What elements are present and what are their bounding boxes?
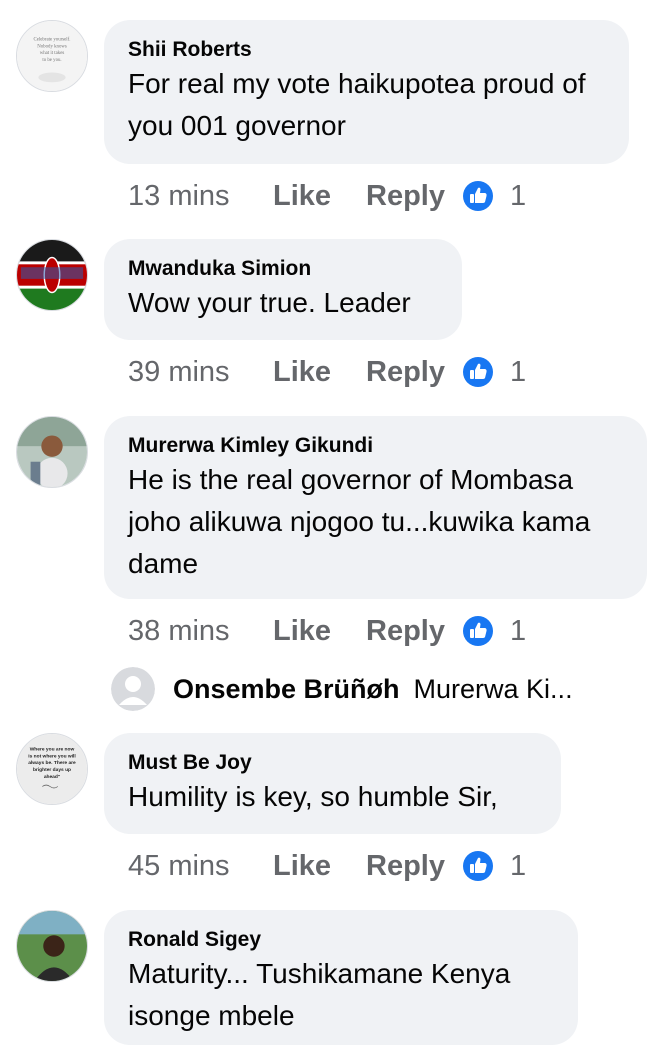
comment-bubble: Mwanduka Simion Wow your true. Leader — [104, 239, 462, 340]
reply-text: Murerwa Ki... — [413, 673, 573, 704]
comment-actions: 45 mins Like Reply 1 — [128, 846, 526, 886]
avatar-ronald-sigey[interactable] — [16, 910, 88, 982]
svg-text:always be. There are: always be. There are — [28, 760, 76, 766]
avatar-murerwa-kimley-gikundi[interactable] — [16, 416, 88, 488]
reply-button[interactable]: Reply — [366, 615, 445, 648]
reaction-count[interactable]: 1 — [510, 356, 526, 389]
comment-text: Humility is key, so humble Sir, — [128, 781, 498, 812]
reaction-count[interactable]: 1 — [510, 180, 526, 213]
svg-text:Celebrate yourself.: Celebrate yourself. — [34, 37, 71, 42]
comment-actions: 39 mins Like Reply 1 — [128, 352, 526, 392]
like-thumb-icon[interactable] — [462, 181, 493, 211]
kenya-flag-avatar-image — [17, 240, 87, 310]
comment-time[interactable]: 38 mins — [128, 615, 273, 648]
comment-actions: 13 mins Like Reply 1 — [128, 176, 526, 216]
comment-time[interactable]: 39 mins — [128, 356, 273, 389]
svg-text:what it takes: what it takes — [40, 51, 65, 56]
svg-text:Where you are now: Where you are now — [30, 747, 75, 753]
like-thumb-icon[interactable] — [462, 851, 493, 881]
like-thumb-icon[interactable] — [462, 357, 493, 387]
reaction-count[interactable]: 1 — [510, 615, 526, 648]
like-button[interactable]: Like — [273, 850, 366, 883]
reply-button[interactable]: Reply — [366, 356, 445, 389]
child-photo-avatar-image — [17, 417, 87, 487]
comment-author[interactable]: Must Be Joy — [128, 750, 537, 775]
comment-bubble: Ronald Sigey Maturity... Tushikamane Ken… — [104, 910, 578, 1045]
like-button[interactable]: Like — [273, 180, 366, 213]
comment-bubble: Murerwa Kimley Gikundi He is the real go… — [104, 416, 647, 599]
avatar-shii-roberts[interactable]: Celebrate yourself. Nobody knows what it… — [16, 20, 88, 92]
comment-time[interactable]: 45 mins — [128, 850, 273, 883]
comment-author[interactable]: Shii Roberts — [128, 37, 605, 62]
avatar-mwanduka-simion[interactable] — [16, 239, 88, 311]
comment-text: Maturity... Tushikamane Kenya isonge mbe… — [128, 958, 511, 1031]
svg-text:to be you.: to be you. — [42, 58, 61, 63]
reply-author[interactable]: Onsembe Brüñøh — [173, 674, 400, 705]
like-button[interactable]: Like — [273, 356, 366, 389]
svg-text:brighter days up: brighter days up — [33, 767, 71, 773]
like-button[interactable]: Like — [273, 615, 366, 648]
quote-card-avatar-image: Celebrate yourself. Nobody knows what it… — [17, 21, 87, 91]
reaction-count[interactable]: 1 — [510, 850, 526, 883]
svg-text:ahead": ahead" — [44, 774, 60, 780]
comment-author[interactable]: Murerwa Kimley Gikundi — [128, 433, 623, 458]
svg-text:Nobody knows: Nobody knows — [37, 44, 67, 49]
like-thumb-icon[interactable] — [462, 616, 493, 646]
reply-preview[interactable]: Onsembe Brüñøh Murerwa Ki... — [111, 664, 573, 714]
comment-bubble: Must Be Joy Humility is key, so humble S… — [104, 733, 561, 834]
quote-card-avatar-image: Where you are now is not where you will … — [17, 734, 87, 804]
reply-button[interactable]: Reply — [366, 850, 445, 883]
comment-text: Wow your true. Leader — [128, 287, 411, 318]
comment-author[interactable]: Ronald Sigey — [128, 927, 554, 952]
comment-text: For real my vote haikupotea proud of you… — [128, 68, 586, 141]
comment-time[interactable]: 13 mins — [128, 180, 273, 213]
comment-author[interactable]: Mwanduka Simion — [128, 256, 438, 281]
default-avatar-icon — [111, 667, 155, 711]
comment-actions: 38 mins Like Reply 1 — [128, 611, 526, 651]
comment-text: He is the real governor of Mombasa joho … — [128, 464, 591, 579]
person-photo-avatar-image — [17, 911, 87, 981]
svg-text:is not where you will: is not where you will — [28, 753, 76, 759]
comment-bubble: Shii Roberts For real my vote haikupotea… — [104, 20, 629, 164]
reply-button[interactable]: Reply — [366, 180, 445, 213]
avatar-must-be-joy[interactable]: Where you are now is not where you will … — [16, 733, 88, 805]
